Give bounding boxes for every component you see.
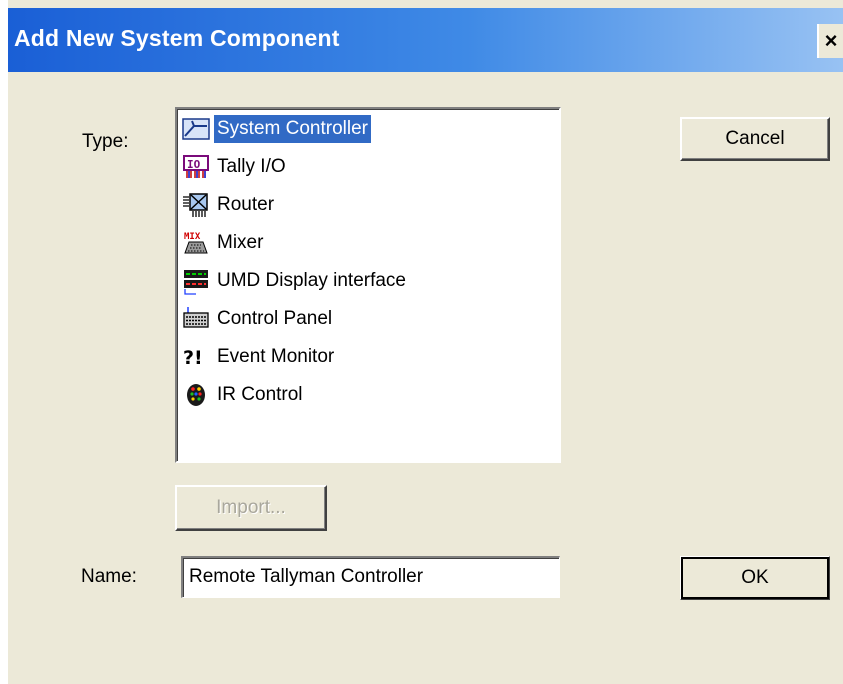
tally-io-icon: IO <box>181 152 211 182</box>
system-controller-icon <box>181 114 211 144</box>
mixer-icon: MIX <box>181 228 211 258</box>
title-bar[interactable]: Add New System Component × <box>8 8 843 72</box>
list-item-label: Tally I/O <box>217 156 286 177</box>
list-item-system-controller[interactable]: System Controller <box>181 113 371 145</box>
list-item-label: IR Control <box>217 384 303 405</box>
ok-button-label: OK <box>741 567 769 588</box>
cancel-button-label: Cancel <box>725 128 785 149</box>
add-component-dialog: Add New System Component × Type: System … <box>8 0 843 684</box>
ir-control-icon <box>181 380 211 410</box>
list-item-control-panel[interactable]: Control Panel <box>181 303 335 335</box>
svg-text:IO: IO <box>187 158 201 171</box>
name-label: Name: <box>81 566 137 587</box>
list-item-tally-io[interactable]: IO Tally I/O <box>181 151 289 183</box>
import-button[interactable]: Import... <box>175 485 327 531</box>
ok-button[interactable]: OK <box>680 556 830 600</box>
dialog-title: Add New System Component <box>14 25 340 51</box>
close-icon: × <box>824 28 838 53</box>
list-item-label: Event Monitor <box>217 346 335 367</box>
list-item-umd-display[interactable]: UMD Display interface <box>181 265 409 297</box>
svg-text:?!: ?! <box>183 347 203 369</box>
event-monitor-icon: ?! <box>181 342 211 372</box>
list-item-ir-control[interactable]: IR Control <box>181 379 306 411</box>
close-button[interactable]: × <box>817 24 843 58</box>
control-panel-icon <box>181 304 211 334</box>
umd-display-icon <box>181 266 211 296</box>
list-item-event-monitor[interactable]: ?! Event Monitor <box>181 341 337 373</box>
name-input[interactable]: Remote Tallyman Controller <box>181 556 560 598</box>
router-icon <box>181 190 211 220</box>
list-item-label: UMD Display interface <box>217 270 406 291</box>
cancel-button[interactable]: Cancel <box>680 117 830 161</box>
list-item-router[interactable]: Router <box>181 189 277 221</box>
svg-text:MIX: MIX <box>184 232 201 242</box>
type-listbox[interactable]: System Controller IO Tally I/O Router MI… <box>175 107 561 463</box>
list-item-label: Mixer <box>217 232 264 253</box>
list-item-label: Control Panel <box>217 308 333 329</box>
list-item-label: System Controller <box>214 115 371 143</box>
list-item-label: Router <box>217 194 275 215</box>
import-button-label: Import... <box>216 497 286 518</box>
list-item-mixer[interactable]: MIX Mixer <box>181 227 266 259</box>
type-label: Type: <box>82 131 129 152</box>
